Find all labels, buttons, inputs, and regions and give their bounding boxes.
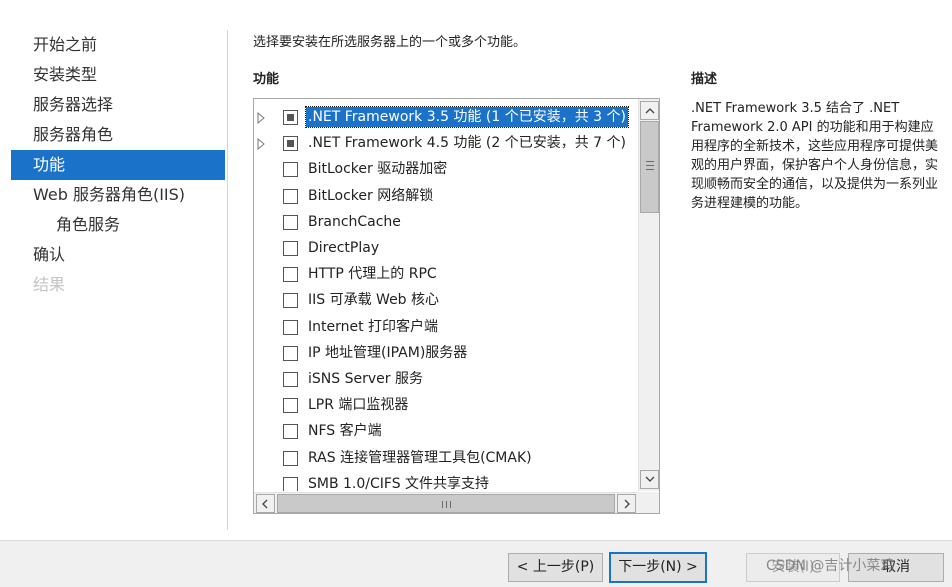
thumb-grip <box>442 501 443 508</box>
feature-checkbox[interactable] <box>283 345 298 361</box>
chevron-left-icon <box>262 499 268 509</box>
feature-row[interactable]: BranchCache <box>254 210 638 235</box>
scrollbar-corner <box>638 492 659 513</box>
feature-row[interactable]: NFS 客户端 <box>254 419 638 444</box>
feature-label: DirectPlay <box>308 240 380 256</box>
previous-button[interactable]: < 上一步(P) <box>508 553 603 582</box>
feature-label: .NET Framework 4.5 功能 (2 个已安装，共 7 个) <box>308 135 626 152</box>
feature-row[interactable]: DirectPlay <box>254 236 638 261</box>
nav-item[interactable]: 服务器选择 <box>11 90 225 120</box>
thumb-grip <box>646 169 654 170</box>
description-heading: 描述 <box>691 72 718 87</box>
add-roles-features-wizard: 开始之前 安装类型 服务器选择 服务器角色 功能 Web 服务器角色(IIS) 角色服务 确认… <box>0 0 952 587</box>
features-tree-rows: .NET Framework 3.5 功能 (1 个已安装，共 3 个) .NET… <box>254 99 638 491</box>
thumb-grip <box>646 161 654 162</box>
feature-label: Internet 打印客户端 <box>308 318 439 335</box>
instruction-text: 选择要安装在所选服务器上的一个或多个功能。 <box>253 35 527 50</box>
feature-checkbox[interactable] <box>283 398 298 414</box>
scroll-right-button[interactable] <box>617 494 636 513</box>
expand-arrow-icon[interactable] <box>257 112 267 124</box>
partial-check-indicator <box>287 140 294 148</box>
nav-item[interactable]: 安装类型 <box>11 60 225 90</box>
vertical-scroll-thumb[interactable] <box>640 121 659 213</box>
chevron-up-icon <box>645 108 655 114</box>
nav-item[interactable]: Web 服务器角色(IIS) <box>11 180 225 210</box>
feature-checkbox[interactable] <box>283 372 298 387</box>
nav-divider <box>227 30 228 530</box>
nav-item[interactable]: 角色服务 <box>11 210 225 240</box>
feature-checkbox[interactable] <box>283 450 298 466</box>
feature-checkbox[interactable] <box>283 476 298 491</box>
feature-checkbox[interactable] <box>283 424 298 440</box>
feature-checkbox[interactable] <box>283 214 298 230</box>
feature-row[interactable]: Internet 打印客户端 <box>254 315 638 340</box>
thumb-grip <box>446 501 447 508</box>
chevron-down-icon <box>645 476 655 482</box>
feature-label: NFS 客户端 <box>308 423 382 440</box>
features-tree[interactable]: .NET Framework 3.5 功能 (1 个已安装，共 3 个) .NET… <box>253 98 660 514</box>
watermark: CSDN @吉计小菜鸡 <box>766 558 895 574</box>
feature-label: BitLocker 网络解锁 <box>308 187 434 204</box>
feature-label: RAS 连接管理器管理工具包(CMAK) <box>308 449 532 466</box>
feature-checkbox[interactable] <box>283 110 298 125</box>
feature-checkbox[interactable] <box>283 319 298 335</box>
feature-checkbox[interactable] <box>283 136 298 152</box>
vertical-scrollbar[interactable] <box>638 99 659 491</box>
feature-label: BitLocker 驱动器加密 <box>308 161 448 178</box>
nav-item[interactable]: 确认 <box>11 240 225 270</box>
scroll-left-button[interactable] <box>256 494 275 513</box>
feature-label: LPR 端口监视器 <box>308 397 409 414</box>
thumb-grip <box>646 165 654 166</box>
feature-row[interactable]: .NET Framework 4.5 功能 (2 个已安装，共 7 个) <box>254 131 638 156</box>
feature-label: SMB 1.0/CIFS 文件共享支持 <box>308 475 490 491</box>
description-text: .NET Framework 3.5 结合了 .NET Framework 2.… <box>691 101 939 211</box>
feature-label: BranchCache <box>308 213 401 230</box>
feature-label: IIS 可承载 Web 核心 <box>308 292 440 309</box>
expand-arrow-icon[interactable] <box>257 138 267 151</box>
feature-label: HTTP 代理上的 RPC <box>308 266 437 283</box>
feature-row[interactable]: BitLocker 驱动器加密 <box>254 157 638 182</box>
scroll-down-button[interactable] <box>640 470 659 489</box>
feature-row[interactable]: IIS 可承载 Web 核心 <box>254 288 638 313</box>
scroll-up-button[interactable] <box>640 101 659 120</box>
next-button[interactable]: 下一步(N) > <box>609 552 707 583</box>
feature-row[interactable]: HTTP 代理上的 RPC <box>254 262 638 287</box>
feature-checkbox[interactable] <box>283 188 298 204</box>
feature-row[interactable]: .NET Framework 3.5 功能 (1 个已安装，共 3 个) <box>254 105 638 130</box>
nav-item[interactable]: 服务器角色 <box>11 120 225 150</box>
feature-row[interactable]: SMB 1.0/CIFS 文件共享支持 <box>254 472 638 491</box>
thumb-grip <box>450 501 451 508</box>
feature-label: IP 地址管理(IPAM)服务器 <box>308 344 468 361</box>
horizontal-scrollbar[interactable] <box>254 492 638 513</box>
feature-row[interactable]: iSNS Server 服务 <box>254 367 638 392</box>
feature-row[interactable]: RAS 连接管理器管理工具包(CMAK) <box>254 446 638 471</box>
feature-row[interactable]: BitLocker 网络解锁 <box>254 184 638 209</box>
partial-check-indicator <box>287 114 294 121</box>
feature-checkbox[interactable] <box>283 293 298 309</box>
horizontal-scroll-thumb[interactable] <box>277 494 615 513</box>
feature-label: iSNS Server 服务 <box>308 371 423 387</box>
feature-checkbox[interactable] <box>283 241 298 256</box>
feature-row[interactable]: IP 地址管理(IPAM)服务器 <box>254 341 638 366</box>
chevron-right-icon <box>624 499 630 509</box>
feature-checkbox[interactable] <box>283 162 298 178</box>
feature-row[interactable]: LPR 端口监视器 <box>254 393 638 418</box>
nav-item[interactable]: 开始之前 <box>11 30 225 60</box>
wizard-navigation: 开始之前 安装类型 服务器选择 服务器角色 功能 Web 服务器角色(IIS) 角色服务 确认… <box>0 0 230 540</box>
features-heading: 功能 <box>253 72 280 87</box>
feature-label: .NET Framework 3.5 功能 (1 个已安装，共 3 个) <box>305 106 629 128</box>
nav-item: 结果 <box>33 275 66 294</box>
feature-checkbox[interactable] <box>283 267 298 283</box>
nav-item[interactable]: 功能 <box>11 150 225 180</box>
